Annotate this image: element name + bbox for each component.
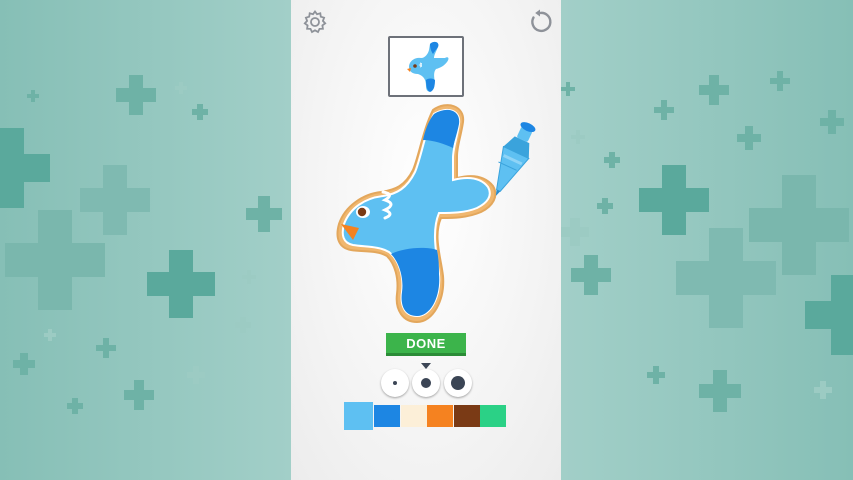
plus-decoration [654,100,674,120]
restart-button[interactable] [527,9,553,35]
plus-decoration [187,366,205,384]
color-swatch-blue[interactable] [374,405,400,427]
brush-size-selector [291,363,561,399]
plus-decoration [246,196,282,232]
plus-decoration [116,75,156,115]
plus-decoration [676,228,776,328]
color-swatch-green[interactable] [480,405,506,427]
plus-decoration [647,366,665,384]
plus-decoration [597,198,613,214]
piping-bag [495,122,536,196]
bird-cookie[interactable] [333,100,503,330]
plus-decoration [699,75,729,105]
plus-decoration [5,210,105,310]
plus-decoration [737,126,761,150]
color-palette [291,402,561,430]
plus-decoration [604,152,620,168]
plus-decoration [0,128,50,208]
brush-size-medium[interactable] [412,369,440,397]
target-bird-image [407,41,449,92]
plus-decoration [13,353,35,375]
plus-decoration [96,338,116,358]
plus-decoration [27,90,39,102]
plus-decoration [192,104,208,120]
plus-decoration [571,130,585,144]
plus-decoration [235,317,251,333]
color-swatch-orange[interactable] [427,405,453,427]
plus-decoration [44,329,56,341]
plus-decoration [699,370,741,412]
plus-decoration [805,275,853,355]
color-swatch-brown[interactable] [454,405,480,427]
plus-decoration [820,110,844,134]
restart-icon [531,9,552,33]
background-pattern-right [561,0,853,480]
plus-decoration [814,381,832,399]
plus-decoration [770,71,790,91]
settings-button[interactable] [302,9,328,35]
plus-decoration [147,250,215,318]
plus-decoration [571,255,611,295]
gear-icon [303,9,327,34]
plus-decoration [561,82,575,96]
game-screen: DONE [291,0,561,480]
plus-decoration [561,218,589,246]
plus-decoration [124,380,154,410]
done-button[interactable]: DONE [386,333,466,356]
color-swatch-cream[interactable] [401,405,427,427]
brush-size-small[interactable] [381,369,409,397]
plus-decoration [639,165,709,235]
background-pattern-left [0,0,291,480]
plus-decoration [67,398,83,414]
plus-decoration [242,270,256,284]
color-swatch-light-blue[interactable] [344,402,373,430]
brush-size-large[interactable] [444,369,472,397]
plus-decoration [175,82,187,94]
target-preview [388,36,464,97]
